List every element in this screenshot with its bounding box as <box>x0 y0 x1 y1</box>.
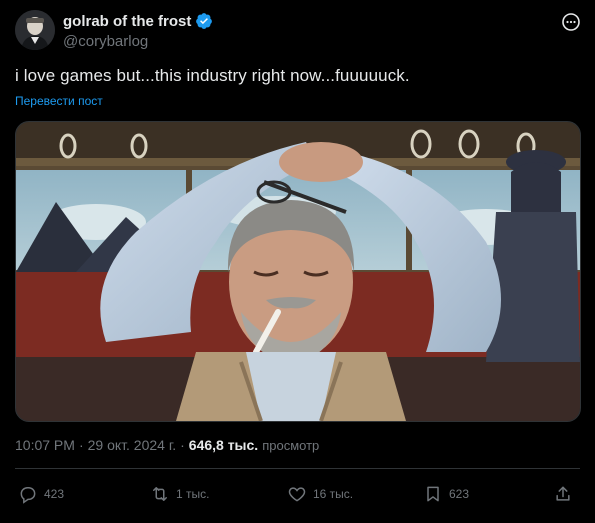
meta-separator: · <box>78 437 84 453</box>
tweet-time[interactable]: 10:07 PM <box>15 437 75 453</box>
reply-icon <box>20 487 36 504</box>
bookmark-icon <box>427 486 439 502</box>
display-name[interactable]: golrab of the frost <box>63 13 191 30</box>
user-avatar-icon <box>15 10 55 50</box>
share-button[interactable] <box>553 484 573 504</box>
action-bar: 423 1 тыс. 16 тыс. 623 <box>0 478 595 514</box>
share-icon <box>556 486 570 501</box>
views-label: просмотр <box>262 438 320 453</box>
views-count: 646,8 тыс. <box>188 437 259 453</box>
verified-badge-icon <box>195 12 213 30</box>
tweet-date[interactable]: 29 окт. 2024 г. <box>88 437 177 453</box>
author-name-row[interactable]: golrab of the frost <box>63 12 213 30</box>
heart-icon <box>288 487 306 502</box>
anime-man-smoking-image <box>16 122 580 421</box>
tweet-card: golrab of the frost @corybarlog i love g… <box>0 0 595 523</box>
translate-post-link[interactable]: Перевести пост <box>15 94 103 108</box>
tweet-media-image[interactable] <box>15 121 581 422</box>
handle[interactable]: @corybarlog <box>63 33 148 50</box>
meta-separator: · <box>180 437 185 453</box>
divider <box>15 468 580 469</box>
bookmark-count: 623 <box>449 487 470 501</box>
repost-count: 1 тыс. <box>176 487 210 501</box>
repost-button[interactable]: 1 тыс. <box>150 484 209 504</box>
reply-count: 423 <box>44 487 65 501</box>
bookmark-button[interactable]: 623 <box>423 484 469 504</box>
like-button[interactable]: 16 тыс. <box>287 484 353 504</box>
reply-button[interactable]: 423 <box>18 484 64 504</box>
like-count: 16 тыс. <box>313 487 354 501</box>
tweet-text: i love games but...this industry right n… <box>15 66 410 85</box>
avatar[interactable] <box>15 10 55 50</box>
tweet-meta: 10:07 PM · 29 окт. 2024 г. · 646,8 тыс. … <box>15 437 319 453</box>
repost-icon <box>153 487 167 501</box>
more-options-icon[interactable] <box>561 12 581 32</box>
